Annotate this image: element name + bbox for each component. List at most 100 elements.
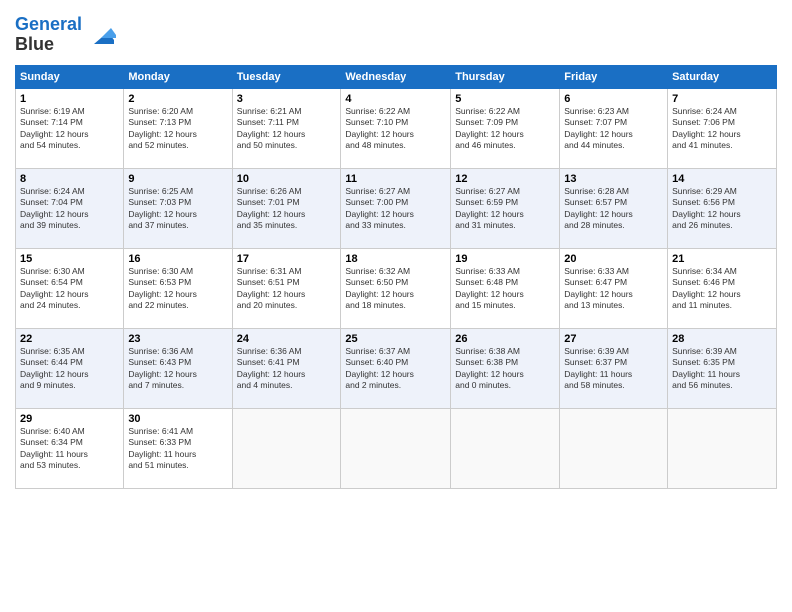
calendar-cell: 4Sunrise: 6:22 AM Sunset: 7:10 PM Daylig… [341, 88, 451, 168]
day-info: Sunrise: 6:32 AM Sunset: 6:50 PM Dayligh… [345, 266, 446, 312]
calendar-body: 1Sunrise: 6:19 AM Sunset: 7:14 PM Daylig… [16, 88, 777, 488]
calendar-cell [341, 408, 451, 488]
calendar-cell: 13Sunrise: 6:28 AM Sunset: 6:57 PM Dayli… [560, 168, 668, 248]
day-number: 21 [672, 253, 772, 265]
day-info: Sunrise: 6:40 AM Sunset: 6:34 PM Dayligh… [20, 426, 119, 472]
day-number: 9 [128, 173, 227, 185]
day-number: 29 [20, 413, 119, 425]
day-info: Sunrise: 6:27 AM Sunset: 6:59 PM Dayligh… [455, 186, 555, 232]
day-info: Sunrise: 6:33 AM Sunset: 6:48 PM Dayligh… [455, 266, 555, 312]
day-info: Sunrise: 6:35 AM Sunset: 6:44 PM Dayligh… [20, 346, 119, 392]
week-row-3: 15Sunrise: 6:30 AM Sunset: 6:54 PM Dayli… [16, 248, 777, 328]
calendar-cell: 3Sunrise: 6:21 AM Sunset: 7:11 PM Daylig… [232, 88, 341, 168]
calendar-cell: 15Sunrise: 6:30 AM Sunset: 6:54 PM Dayli… [16, 248, 124, 328]
day-number: 23 [128, 333, 227, 345]
day-number: 5 [455, 93, 555, 105]
calendar-cell: 27Sunrise: 6:39 AM Sunset: 6:37 PM Dayli… [560, 328, 668, 408]
calendar-cell: 12Sunrise: 6:27 AM Sunset: 6:59 PM Dayli… [451, 168, 560, 248]
week-row-5: 29Sunrise: 6:40 AM Sunset: 6:34 PM Dayli… [16, 408, 777, 488]
day-info: Sunrise: 6:30 AM Sunset: 6:54 PM Dayligh… [20, 266, 119, 312]
calendar-cell: 9Sunrise: 6:25 AM Sunset: 7:03 PM Daylig… [124, 168, 232, 248]
week-row-4: 22Sunrise: 6:35 AM Sunset: 6:44 PM Dayli… [16, 328, 777, 408]
day-info: Sunrise: 6:20 AM Sunset: 7:13 PM Dayligh… [128, 106, 227, 152]
day-number: 11 [345, 173, 446, 185]
day-info: Sunrise: 6:28 AM Sunset: 6:57 PM Dayligh… [564, 186, 663, 232]
calendar-cell: 25Sunrise: 6:37 AM Sunset: 6:40 PM Dayli… [341, 328, 451, 408]
calendar-cell: 23Sunrise: 6:36 AM Sunset: 6:43 PM Dayli… [124, 328, 232, 408]
day-number: 16 [128, 253, 227, 265]
day-number: 3 [237, 93, 337, 105]
day-info: Sunrise: 6:26 AM Sunset: 7:01 PM Dayligh… [237, 186, 337, 232]
day-number: 18 [345, 253, 446, 265]
day-info: Sunrise: 6:23 AM Sunset: 7:07 PM Dayligh… [564, 106, 663, 152]
day-number: 8 [20, 173, 119, 185]
calendar-cell: 17Sunrise: 6:31 AM Sunset: 6:51 PM Dayli… [232, 248, 341, 328]
day-info: Sunrise: 6:24 AM Sunset: 7:04 PM Dayligh… [20, 186, 119, 232]
day-info: Sunrise: 6:39 AM Sunset: 6:35 PM Dayligh… [672, 346, 772, 392]
day-info: Sunrise: 6:21 AM Sunset: 7:11 PM Dayligh… [237, 106, 337, 152]
day-info: Sunrise: 6:41 AM Sunset: 6:33 PM Dayligh… [128, 426, 227, 472]
weekday-friday: Friday [560, 65, 668, 88]
day-info: Sunrise: 6:39 AM Sunset: 6:37 PM Dayligh… [564, 346, 663, 392]
calendar-cell: 1Sunrise: 6:19 AM Sunset: 7:14 PM Daylig… [16, 88, 124, 168]
calendar-cell: 26Sunrise: 6:38 AM Sunset: 6:38 PM Dayli… [451, 328, 560, 408]
calendar-cell: 19Sunrise: 6:33 AM Sunset: 6:48 PM Dayli… [451, 248, 560, 328]
week-row-2: 8Sunrise: 6:24 AM Sunset: 7:04 PM Daylig… [16, 168, 777, 248]
day-number: 19 [455, 253, 555, 265]
calendar-cell: 30Sunrise: 6:41 AM Sunset: 6:33 PM Dayli… [124, 408, 232, 488]
day-number: 15 [20, 253, 119, 265]
day-number: 30 [128, 413, 227, 425]
calendar-cell: 29Sunrise: 6:40 AM Sunset: 6:34 PM Dayli… [16, 408, 124, 488]
weekday-wednesday: Wednesday [341, 65, 451, 88]
calendar-cell [560, 408, 668, 488]
calendar-cell: 28Sunrise: 6:39 AM Sunset: 6:35 PM Dayli… [668, 328, 777, 408]
day-number: 4 [345, 93, 446, 105]
day-info: Sunrise: 6:27 AM Sunset: 7:00 PM Dayligh… [345, 186, 446, 232]
day-number: 7 [672, 93, 772, 105]
calendar-cell: 7Sunrise: 6:24 AM Sunset: 7:06 PM Daylig… [668, 88, 777, 168]
calendar-cell: 14Sunrise: 6:29 AM Sunset: 6:56 PM Dayli… [668, 168, 777, 248]
day-info: Sunrise: 6:34 AM Sunset: 6:46 PM Dayligh… [672, 266, 772, 312]
day-info: Sunrise: 6:29 AM Sunset: 6:56 PM Dayligh… [672, 186, 772, 232]
day-info: Sunrise: 6:31 AM Sunset: 6:51 PM Dayligh… [237, 266, 337, 312]
weekday-sunday: Sunday [16, 65, 124, 88]
day-number: 22 [20, 333, 119, 345]
calendar-cell: 5Sunrise: 6:22 AM Sunset: 7:09 PM Daylig… [451, 88, 560, 168]
day-number: 28 [672, 333, 772, 345]
day-info: Sunrise: 6:36 AM Sunset: 6:41 PM Dayligh… [237, 346, 337, 392]
calendar-cell: 2Sunrise: 6:20 AM Sunset: 7:13 PM Daylig… [124, 88, 232, 168]
day-info: Sunrise: 6:38 AM Sunset: 6:38 PM Dayligh… [455, 346, 555, 392]
calendar-cell: 18Sunrise: 6:32 AM Sunset: 6:50 PM Dayli… [341, 248, 451, 328]
weekday-header-row: SundayMondayTuesdayWednesdayThursdayFrid… [16, 65, 777, 88]
header: General Blue [15, 15, 777, 55]
day-number: 13 [564, 173, 663, 185]
calendar-cell: 10Sunrise: 6:26 AM Sunset: 7:01 PM Dayli… [232, 168, 341, 248]
logo-text: General Blue [15, 15, 82, 55]
day-info: Sunrise: 6:36 AM Sunset: 6:43 PM Dayligh… [128, 346, 227, 392]
day-number: 27 [564, 333, 663, 345]
day-number: 17 [237, 253, 337, 265]
logo-icon [86, 20, 116, 50]
day-info: Sunrise: 6:22 AM Sunset: 7:09 PM Dayligh… [455, 106, 555, 152]
day-info: Sunrise: 6:25 AM Sunset: 7:03 PM Dayligh… [128, 186, 227, 232]
day-number: 24 [237, 333, 337, 345]
day-number: 25 [345, 333, 446, 345]
calendar-cell: 20Sunrise: 6:33 AM Sunset: 6:47 PM Dayli… [560, 248, 668, 328]
day-number: 12 [455, 173, 555, 185]
day-info: Sunrise: 6:30 AM Sunset: 6:53 PM Dayligh… [128, 266, 227, 312]
day-number: 6 [564, 93, 663, 105]
calendar-cell: 24Sunrise: 6:36 AM Sunset: 6:41 PM Dayli… [232, 328, 341, 408]
day-info: Sunrise: 6:24 AM Sunset: 7:06 PM Dayligh… [672, 106, 772, 152]
calendar: SundayMondayTuesdayWednesdayThursdayFrid… [15, 65, 777, 489]
day-number: 14 [672, 173, 772, 185]
weekday-monday: Monday [124, 65, 232, 88]
calendar-cell [668, 408, 777, 488]
weekday-saturday: Saturday [668, 65, 777, 88]
calendar-cell: 21Sunrise: 6:34 AM Sunset: 6:46 PM Dayli… [668, 248, 777, 328]
day-info: Sunrise: 6:37 AM Sunset: 6:40 PM Dayligh… [345, 346, 446, 392]
calendar-cell [451, 408, 560, 488]
day-info: Sunrise: 6:33 AM Sunset: 6:47 PM Dayligh… [564, 266, 663, 312]
day-number: 2 [128, 93, 227, 105]
day-number: 20 [564, 253, 663, 265]
calendar-cell [232, 408, 341, 488]
